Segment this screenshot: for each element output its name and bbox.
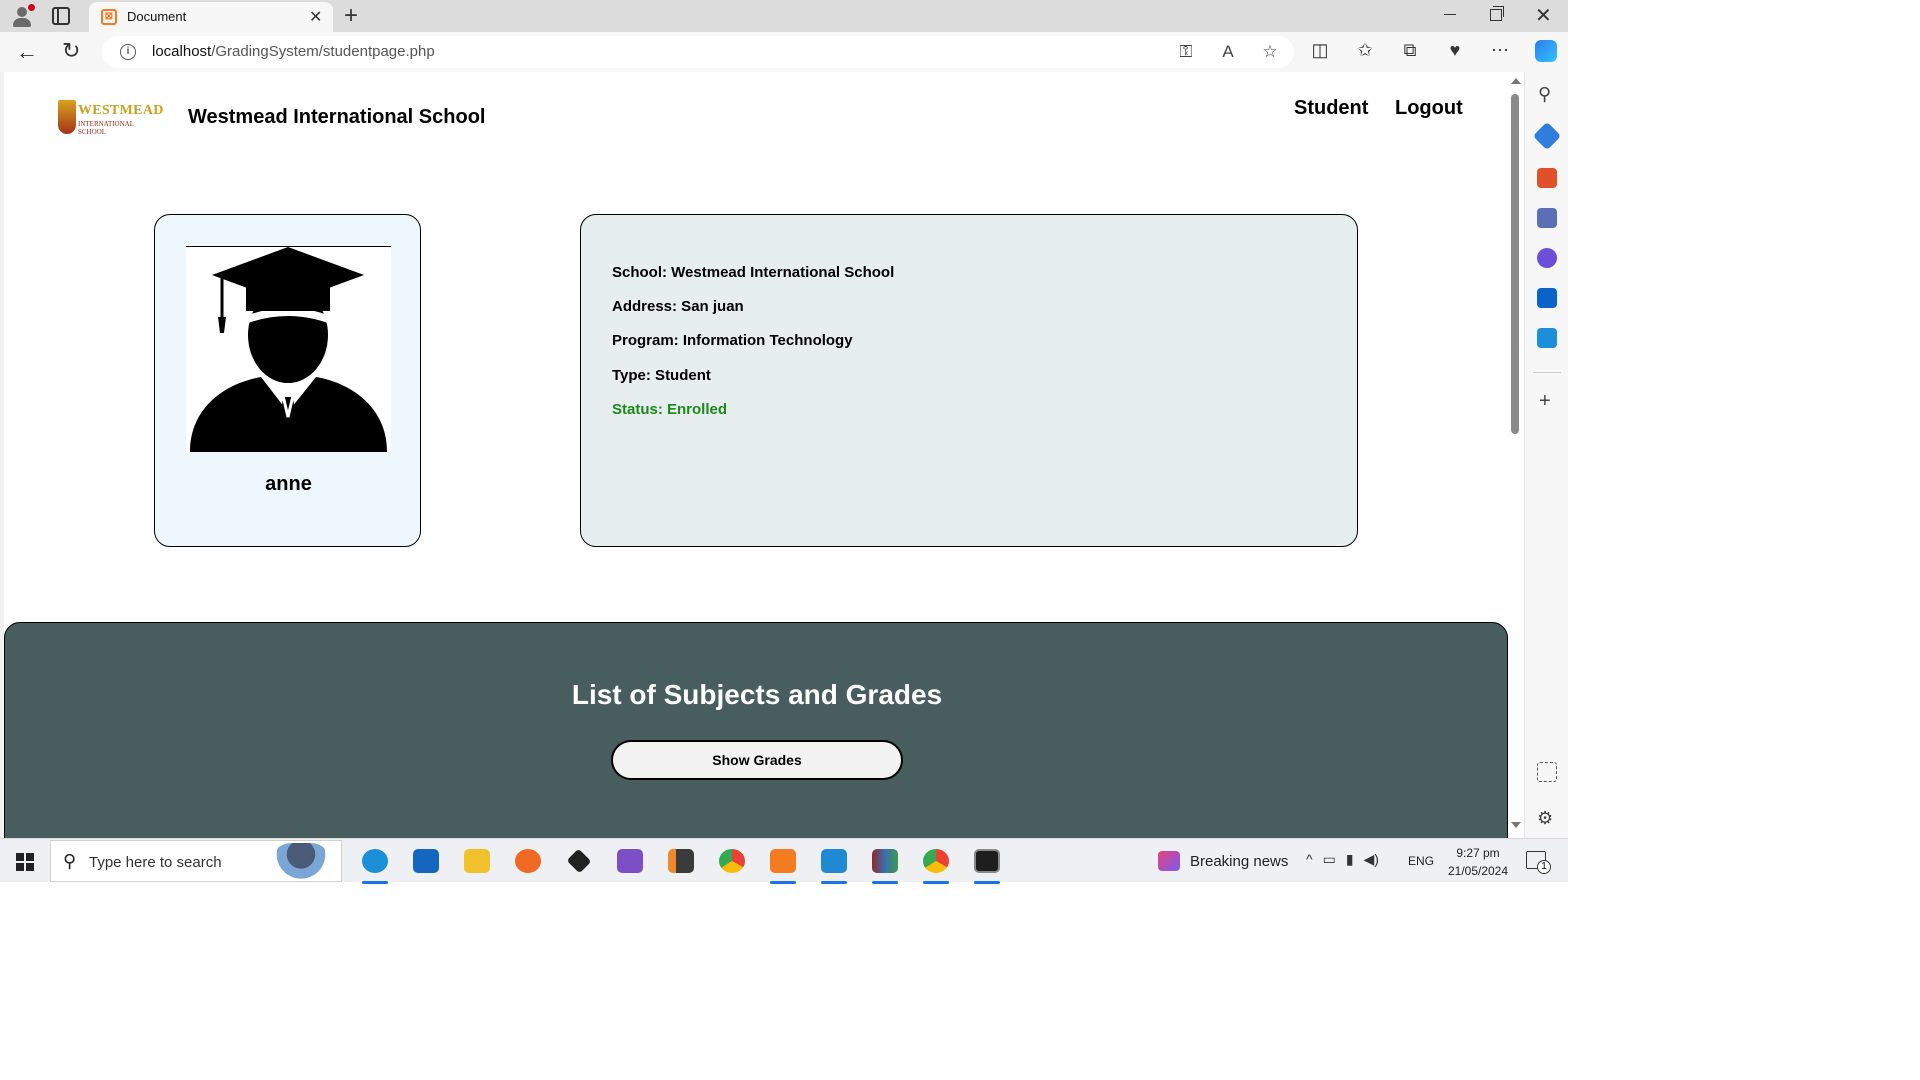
notification-icon[interactable]: 1 [1526, 851, 1551, 874]
tab-title: Document [127, 9, 187, 24]
xampp-favicon-icon: ⊠ [101, 9, 117, 25]
search-placeholder: Type here to search [89, 854, 222, 871]
profile-icon[interactable] [10, 4, 35, 28]
sidebar-tools-icon[interactable] [1537, 168, 1557, 188]
collections-icon[interactable]: ⧉ [1400, 40, 1420, 61]
key-icon[interactable]: ⚿ [1176, 42, 1196, 62]
terminal-icon[interactable] [962, 843, 1013, 884]
url-text[interactable]: localhost/GradingSystem/studentpage.php [152, 43, 435, 60]
clock[interactable]: 9:27 pm 21/05/2024 [1440, 844, 1516, 880]
info-program: Program: Information Technology [612, 332, 853, 349]
sidebar-m365-icon[interactable] [1537, 248, 1557, 268]
browser-essentials-icon[interactable]: ♥ [1445, 40, 1465, 61]
news-widget-icon[interactable] [1158, 851, 1180, 871]
grades-section: List of Subjects and Grades Show Grades [4, 622, 1508, 838]
winrar-icon[interactable] [860, 843, 911, 884]
scroll-up-icon[interactable] [1511, 78, 1521, 84]
back-icon[interactable]: ← [16, 39, 38, 65]
show-hidden-icons-icon[interactable]: ^ [1306, 851, 1313, 868]
browser-titlebar: ⊠ Document ✕ + ✕ [0, 0, 1568, 32]
dropbox-icon[interactable] [554, 843, 605, 879]
chrome-icon[interactable] [707, 843, 758, 879]
tab-close-icon[interactable]: ✕ [309, 7, 322, 27]
copilot-icon[interactable] [1535, 40, 1557, 62]
restore-icon[interactable] [1490, 6, 1504, 21]
favorites-icon[interactable]: ✩ [1355, 40, 1375, 61]
sidebar-search-icon[interactable]: ⚲ [1538, 84, 1551, 105]
scroll-down-icon[interactable] [1511, 822, 1521, 828]
site-title: Westmead International School [188, 106, 486, 128]
student-name: anne [265, 473, 312, 495]
site-info-icon[interactable]: i [120, 44, 136, 60]
graduate-avatar-icon [190, 247, 387, 452]
info-address: Address: San juan [612, 298, 744, 315]
chrome-profile-icon[interactable] [911, 843, 962, 884]
mail-icon[interactable] [401, 843, 452, 879]
avatar [186, 246, 391, 452]
minimize-icon[interactable] [1444, 14, 1456, 15]
web-page: WESTMEAD INTERNATIONAL SCHOOL Westmead I… [0, 72, 1508, 838]
school-crest-icon [58, 100, 76, 134]
sidebar-outlook-icon[interactable] [1537, 288, 1557, 308]
scroll-thumb[interactable] [1511, 94, 1519, 434]
edge-sidebar: ⚲ + ⚙ [1524, 72, 1568, 838]
show-grades-button[interactable]: Show Grades [611, 740, 903, 780]
volume-icon[interactable]: ◀) [1364, 851, 1379, 868]
logo-subtext: INTERNATIONAL SCHOOL [78, 120, 134, 136]
grades-title: List of Subjects and Grades [571, 679, 943, 710]
page-scrollbar[interactable] [1508, 72, 1524, 838]
sidebar-settings-icon[interactable]: ⚙ [1537, 808, 1553, 829]
info-type: Type: Student [612, 367, 711, 384]
student-info-card: School: Westmead International School Ad… [580, 214, 1358, 547]
visual-studio-icon[interactable] [605, 843, 656, 879]
firefox-icon[interactable] [503, 843, 554, 879]
windows-taskbar: ⚲ Type here to search Breaking news ^ ▭ … [0, 838, 1568, 884]
clock-time: 9:27 pm [1456, 846, 1500, 860]
logo-text: WESTMEAD [78, 103, 164, 118]
info-school: School: Westmead International School [612, 264, 895, 281]
sidebar-screenshot-icon[interactable] [1537, 762, 1557, 782]
profile-card: anne [154, 214, 421, 547]
sidebar-add-icon[interactable]: + [1539, 390, 1551, 413]
sidebar-send-icon[interactable] [1537, 328, 1557, 348]
sublime-text-icon[interactable] [656, 843, 707, 879]
reload-icon[interactable]: ↻ [62, 38, 80, 64]
taskbar-search-field[interactable]: ⚲ Type here to search [50, 840, 342, 882]
edge-icon[interactable] [350, 843, 401, 884]
clock-date: 21/05/2024 [1447, 864, 1509, 878]
file-explorer-icon[interactable] [452, 843, 503, 879]
more-menu-icon[interactable]: ⋯ [1490, 40, 1510, 61]
search-icon: ⚲ [63, 851, 77, 871]
info-status: Status: Enrolled [612, 401, 728, 418]
battery-icon[interactable]: ▮ [1346, 851, 1354, 868]
new-tab-button[interactable]: + [344, 2, 358, 30]
language-indicator[interactable]: ENG [1408, 854, 1434, 868]
xampp-icon[interactable] [758, 843, 809, 884]
tab-actions-icon[interactable] [52, 7, 70, 25]
split-screen-icon[interactable]: ◫ [1310, 40, 1330, 61]
device-icon[interactable]: ▭ [1323, 851, 1336, 868]
tab-document[interactable]: ⊠ Document ✕ [89, 2, 333, 32]
sidebar-games-icon[interactable] [1537, 208, 1557, 228]
notification-count: 1 [1537, 860, 1551, 874]
url-field[interactable]: i localhost/GradingSystem/studentpage.ph… [102, 36, 1294, 68]
search-highlight-image [271, 843, 331, 881]
sidebar-shopping-icon[interactable] [1532, 121, 1562, 151]
address-bar: ← ↻ i localhost/GradingSystem/studentpag… [0, 32, 1568, 72]
school-logo: WESTMEAD INTERNATIONAL SCHOOL [58, 100, 163, 136]
nav-logout-link[interactable]: Logout [1395, 97, 1463, 120]
news-widget-text[interactable]: Breaking news [1190, 853, 1288, 870]
windows-start-icon[interactable] [16, 853, 34, 871]
favorite-star-icon[interactable]: ☆ [1260, 42, 1280, 62]
window-close-icon[interactable]: ✕ [1535, 3, 1552, 28]
nav-student-link[interactable]: Student [1294, 97, 1368, 120]
read-aloud-icon[interactable]: A [1218, 42, 1238, 62]
vscode-icon[interactable] [809, 843, 860, 884]
